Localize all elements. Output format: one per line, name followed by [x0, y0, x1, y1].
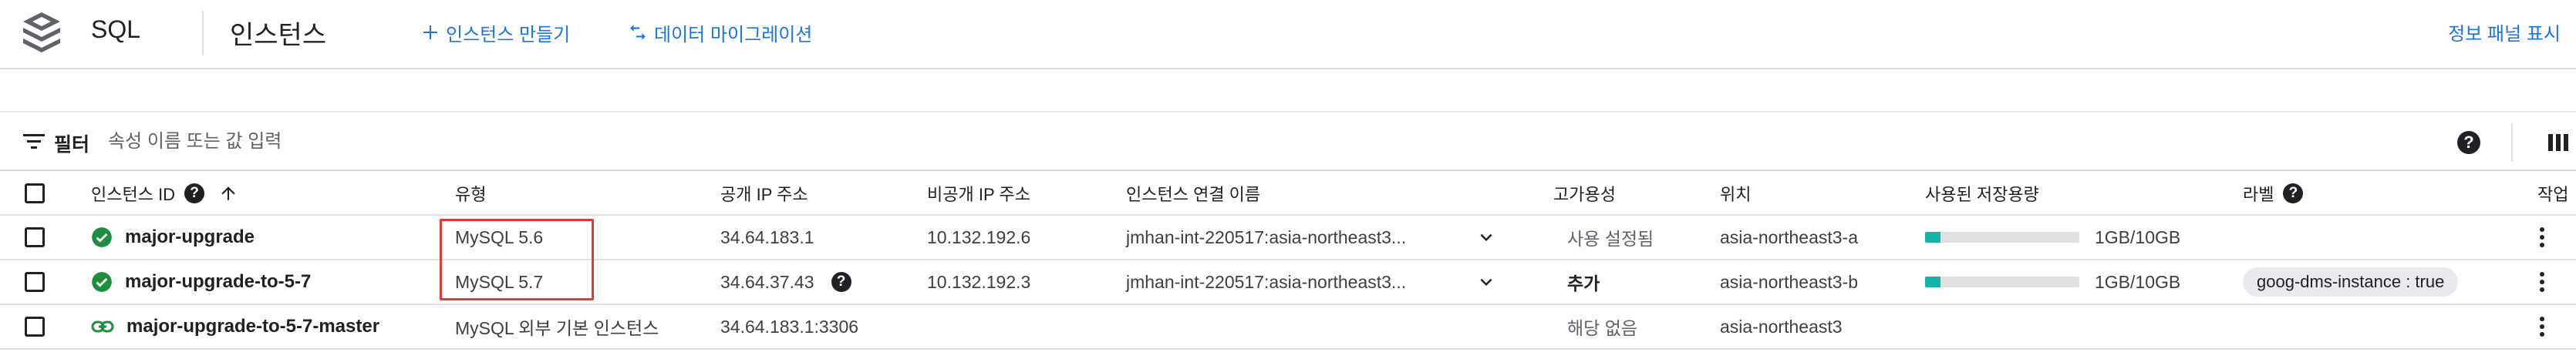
storage-progress-bar [1925, 232, 2079, 243]
table-row[interactable]: major-upgrade MySQL 5.6 34.64.183.1 10.1… [0, 216, 2576, 260]
filter-bar: 필터 ? [0, 111, 2576, 171]
connection-name: jmhan-int-220517:asia-northeast3... [1126, 271, 1407, 292]
link-icon [91, 317, 114, 336]
column-header-actions: 작업 [2537, 185, 2569, 204]
instance-type: MySQL 5.6 [455, 226, 544, 247]
more-vert-icon[interactable] [2533, 260, 2551, 304]
instance-type: MySQL 외부 기본 인스턴스 [455, 318, 659, 338]
filter-label: 필터 [54, 134, 90, 156]
sql-stack-icon [23, 12, 60, 52]
column-display-icon[interactable] [2547, 131, 2570, 154]
table-row[interactable]: major-upgrade-to-5-7 MySQL 5.7 34.64.37.… [0, 260, 2576, 305]
public-ip: 34.64.183.1 [720, 226, 814, 247]
column-header-labels[interactable]: 라벨 ? [2243, 173, 2304, 214]
show-info-panel-link[interactable]: 정보 패널 표시 [2448, 18, 2561, 45]
location-value: asia-northeast3-b [1720, 271, 1858, 292]
storage-fill [1925, 232, 1940, 243]
check-circle-icon [91, 271, 113, 293]
chevron-down-icon[interactable] [1475, 216, 1498, 259]
location-value: asia-northeast3-a [1720, 226, 1858, 247]
product-name: SQL [91, 15, 141, 43]
arrow-up-icon[interactable] [218, 183, 238, 203]
more-vert-icon[interactable] [2533, 305, 2551, 348]
data-migration-label: 데이터 마이그레이션 [654, 24, 813, 45]
create-instance-label: 인스턴스 만들기 [446, 24, 571, 45]
chevron-down-icon[interactable] [1475, 260, 1498, 304]
create-instance-button[interactable]: 인스턴스 만들기 [421, 18, 570, 46]
row-checkbox[interactable] [25, 272, 45, 292]
public-ip: 34.64.37.43 [720, 271, 814, 292]
plus-icon [421, 23, 440, 42]
column-header-location[interactable]: 위치 [1720, 173, 1751, 214]
storage-progress-bar [1925, 277, 2079, 287]
column-header-high-availability[interactable]: 고가용성 [1553, 173, 1616, 214]
instance-id-link[interactable]: major-upgrade-to-5-7 [125, 271, 311, 293]
column-header-storage-used[interactable]: 사용된 저장용량 [1925, 173, 2039, 214]
location-value: asia-northeast3 [1720, 316, 1843, 337]
column-header-private-ip[interactable]: 비공개 IP 주소 [927, 173, 1030, 214]
more-vert-icon[interactable] [2533, 216, 2551, 259]
connection-name: jmhan-int-220517:asia-northeast3... [1126, 226, 1407, 247]
column-header-type[interactable]: 유형 [455, 173, 486, 214]
row-checkbox[interactable] [25, 317, 45, 337]
top-header: SQL 인스턴스 인스턴스 만들기 데이터 마이그레이션 정보 패널 표시 [0, 0, 2576, 69]
high-availability-value: 해당 없음 [1567, 318, 1638, 338]
help-icon[interactable]: ? [831, 272, 851, 292]
filter-lines-icon[interactable] [23, 133, 45, 151]
column-header-connection-name[interactable]: 인스턴스 연결 이름 [1126, 173, 1260, 214]
migrate-arrows-icon [628, 22, 648, 42]
high-availability-value: 사용 설정됨 [1567, 229, 1654, 249]
row-checkbox[interactable] [25, 227, 45, 247]
help-icon[interactable]: ? [2457, 131, 2480, 154]
check-circle-icon [91, 226, 113, 248]
private-ip: 10.132.192.3 [927, 271, 1031, 292]
page-title: 인스턴스 [230, 21, 327, 50]
instance-id-link[interactable]: major-upgrade-to-5-7-master [126, 316, 379, 337]
select-all-checkbox[interactable] [25, 183, 45, 203]
data-migration-button[interactable]: 데이터 마이그레이션 [628, 18, 812, 46]
table-header-row: 인스턴스 ID ? 유형 공개 IP 주소 비공개 IP 주소 인스턴스 연결 … [0, 173, 2576, 216]
table-row[interactable]: major-upgrade-to-5-7-master MySQL 외부 기본 … [0, 305, 2576, 350]
instance-type: MySQL 5.7 [455, 271, 544, 292]
instance-id-link[interactable]: major-upgrade [125, 226, 255, 248]
filter-input[interactable] [108, 125, 1033, 159]
private-ip: 10.132.192.6 [927, 226, 1031, 247]
help-icon[interactable]: ? [2283, 183, 2304, 203]
storage-fill [1925, 277, 1940, 287]
label-chip[interactable]: goog-dms-instance : true [2243, 267, 2459, 297]
header-divider [202, 11, 204, 55]
storage-text: 1GB/10GB [2095, 271, 2181, 292]
add-high-availability-button[interactable]: 추가 [1567, 260, 1600, 304]
column-header-public-ip[interactable]: 공개 IP 주소 [720, 173, 808, 214]
help-icon[interactable]: ? [184, 183, 205, 203]
column-header-instance-id[interactable]: 인스턴스 ID ? [91, 173, 238, 214]
public-ip: 34.64.183.1:3306 [720, 316, 859, 337]
filter-divider [2511, 123, 2513, 162]
storage-text: 1GB/10GB [2095, 226, 2181, 247]
